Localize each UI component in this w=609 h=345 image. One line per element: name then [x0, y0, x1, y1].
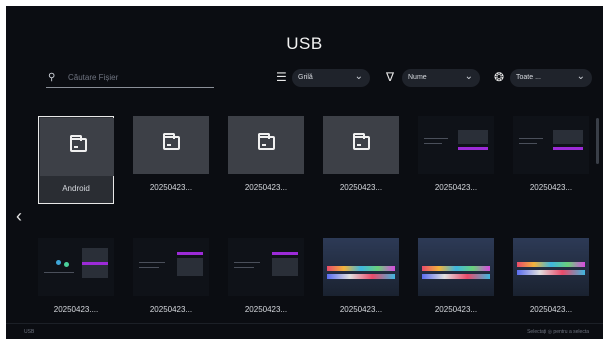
- folder-thumbnail: [228, 116, 304, 174]
- type-filter-select[interactable]: Toate ... ⌄: [510, 69, 592, 87]
- sort-label: Nume: [408, 74, 427, 81]
- folder-icon: [70, 135, 87, 152]
- footer-hint: Selectați ◎ pentru a selecta: [527, 329, 589, 335]
- view-mode-dropdown[interactable]: ☰ Grilă ⌄: [276, 69, 372, 87]
- image-tile[interactable]: 20250423...: [323, 238, 399, 326]
- tile-label: 20250423...: [339, 305, 383, 314]
- page-title: USB: [286, 34, 323, 53]
- image-thumbnail: [133, 238, 209, 296]
- tile-label: 20250423....: [53, 305, 99, 314]
- media-type-icon: ❂: [494, 70, 505, 84]
- tile-label: 20250423...: [149, 305, 193, 314]
- tile-label: 20250423...: [149, 183, 193, 192]
- image-thumbnail: [418, 238, 494, 296]
- folder-icon: [163, 133, 180, 150]
- image-thumbnail: [228, 238, 304, 296]
- sort-select[interactable]: Nume ⌄: [402, 69, 480, 87]
- search-placeholder: Căutare Fișier: [68, 73, 119, 82]
- tile-label: 20250423...: [529, 305, 573, 314]
- folder-tile[interactable]: 20250423...: [323, 116, 399, 204]
- sort-dropdown[interactable]: ∇ Nume ⌄: [386, 69, 482, 87]
- image-tile[interactable]: 20250423...: [513, 238, 589, 326]
- footer-source-label: USB: [24, 329, 35, 335]
- folder-icon: [258, 133, 275, 150]
- image-thumbnail: [38, 238, 114, 296]
- folder-thumbnail: [40, 118, 114, 176]
- type-filter-dropdown[interactable]: ❂ Toate ... ⌄: [494, 69, 594, 87]
- image-tile[interactable]: 20250423....: [38, 238, 114, 326]
- chevron-left-icon[interactable]: ‹: [16, 206, 22, 227]
- tile-label: 20250423...: [339, 183, 383, 192]
- view-mode-select[interactable]: Grilă ⌄: [292, 69, 370, 87]
- tile-label: 20250423...: [244, 305, 288, 314]
- image-tile[interactable]: 20250423...: [513, 116, 589, 204]
- image-thumbnail: [513, 116, 589, 174]
- folder-tile[interactable]: 20250423...: [228, 116, 304, 204]
- filter-icon: ∇: [386, 70, 395, 84]
- image-tile[interactable]: 20250423...: [418, 116, 494, 204]
- scrollbar[interactable]: [596, 118, 599, 164]
- image-thumbnail: [513, 238, 589, 296]
- chevron-down-icon: ⌄: [464, 71, 473, 82]
- search-icon: ⚲: [48, 72, 56, 83]
- folder-thumbnail: [133, 116, 209, 174]
- tile-label: 20250423...: [244, 183, 288, 192]
- image-thumbnail: [323, 238, 399, 296]
- tile-label: 20250423...: [529, 183, 573, 192]
- image-tile[interactable]: 20250423...: [228, 238, 304, 326]
- tile-label: 20250423...: [434, 305, 478, 314]
- image-thumbnail: [418, 116, 494, 174]
- folder-tile[interactable]: 20250423...: [133, 116, 209, 204]
- tile-label: Android: [62, 184, 90, 193]
- folder-icon: [353, 133, 370, 150]
- chevron-down-icon: ⌄: [576, 71, 585, 82]
- chevron-down-icon: ⌄: [354, 71, 363, 82]
- folder-tile-android[interactable]: Android: [38, 116, 114, 204]
- image-tile[interactable]: 20250423...: [133, 238, 209, 326]
- folder-thumbnail: [323, 116, 399, 174]
- usb-browser-screen: USB ⚲ Căutare Fișier ☰ Grilă ⌄ ∇ Nume ⌄ …: [6, 6, 603, 339]
- image-tile[interactable]: 20250423...: [418, 238, 494, 326]
- list-icon: ☰: [276, 70, 287, 84]
- footer-bar: USB Selectați ◎ pentru a selecta: [6, 323, 603, 339]
- tile-label: 20250423...: [434, 183, 478, 192]
- view-mode-label: Grilă: [298, 74, 313, 81]
- search-input[interactable]: ⚲ Căutare Fișier: [46, 70, 214, 88]
- type-filter-label: Toate ...: [516, 74, 541, 81]
